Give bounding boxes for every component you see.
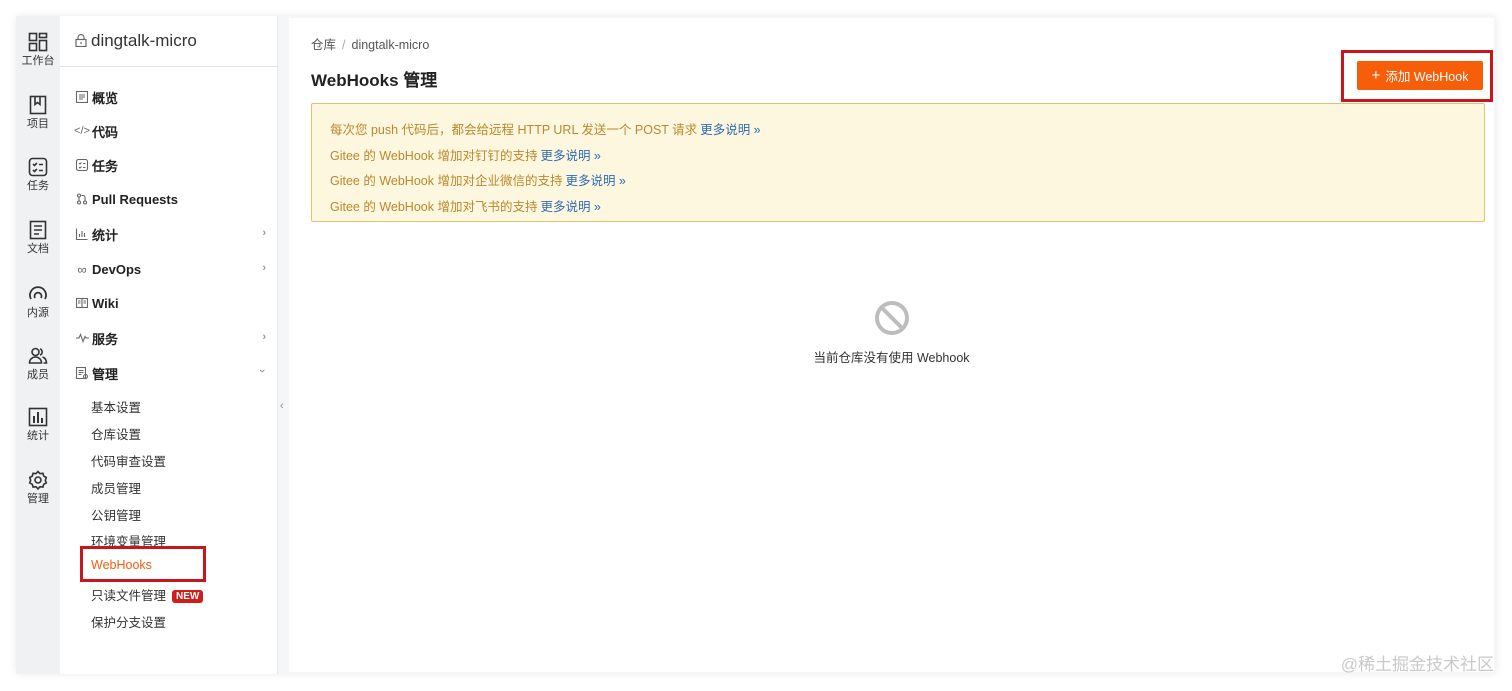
notice-text: Gitee 的 WebHook 增加对飞书的支持 [330,200,538,214]
breadcrumb-current[interactable]: dingtalk-micro [352,38,430,52]
rail-item-members[interactable]: 成员 [16,346,60,381]
pull-request-icon [74,191,90,207]
manage-sub-public-keys[interactable]: 公钥管理 [91,505,141,524]
repo-name[interactable]: dingtalk-micro [91,31,197,51]
nav-label: DevOps [92,261,142,277]
info-notice: 每次您 push 代码后，都会给远程 HTTP URL 发送一个 POST 请求… [311,103,1485,222]
notice-line: Gitee 的 WebHook 增加对企业微信的支持 更多说明 » [330,170,626,189]
code-icon: </> [74,125,90,137]
manage-sub-protected-branches[interactable]: 保护分支设置 [91,612,166,631]
rail-label: 管理 [27,493,49,505]
stats-icon [74,226,90,242]
nav-label: 任务 [92,158,119,174]
main-panel: 仓库 / dingtalk-micro WebHooks 管理 + 添加 WebHoo… [289,18,1494,672]
manage-sub-code-review-settings[interactable]: 代码审查设置 [91,451,166,470]
nav-devops[interactable]: ∞ DevOps › [74,258,266,280]
nav-label: 服务 [92,331,119,347]
breadcrumb-separator: / [342,38,346,52]
nav-label: Pull Requests [92,191,178,207]
rail-item-inner-source[interactable]: 内源 [16,282,60,319]
sidebar-collapse-handle[interactable]: ‹ [280,400,284,412]
nav-label: 管理 [92,366,119,382]
rail-item-tasks[interactable]: 任务 [16,157,60,192]
breadcrumb-root[interactable]: 仓库 [311,38,336,52]
rail-label: 成员 [27,369,49,381]
rail-label: 任务 [27,180,49,192]
repo-sidebar: dingtalk-micro 概览 </> 代码 任务 Pull Request… [60,16,278,674]
task-icon [74,157,90,173]
sub-item-label: 只读文件管理 [91,589,167,603]
pulse-icon [74,330,90,346]
breadcrumb: 仓库 / dingtalk-micro [311,34,429,53]
chevron-down-icon: › [256,369,269,373]
rail-label: 内源 [27,307,49,319]
notice-text: 每次您 push 代码后，都会给远程 HTTP URL 发送一个 POST 请求 [330,123,698,137]
notice-text: Gitee 的 WebHook 增加对钉钉的支持 [330,149,538,163]
infinity-icon: ∞ [77,261,87,277]
rail-label: 工作台 [21,55,55,67]
nav-label: 概览 [92,90,119,106]
bar-chart-icon [28,407,48,427]
notice-line: Gitee 的 WebHook 增加对钉钉的支持 更多说明 » [330,145,601,164]
manage-sub-readonly-files[interactable]: 只读文件管理 NEW [91,585,204,604]
repo-header: dingtalk-micro [60,16,278,67]
app-frame: 工作台 项目 任务 文档 内源 成员 统计 管理 dingtalk-micro … [16,16,1496,674]
nav-label: 代码 [92,124,119,140]
overview-icon [74,89,90,105]
highlight-box-webhooks [80,546,206,582]
page-title: WebHooks 管理 [311,71,438,90]
nav-wiki[interactable]: Wiki [74,292,266,314]
nav-label: 统计 [92,227,119,243]
dashboard-icon [28,32,48,52]
rail-label: 项目 [27,118,49,130]
inner-source-icon [29,286,47,300]
more-info-link[interactable]: 更多说明 » [540,200,600,214]
nav-stats[interactable]: 统计 › [74,223,266,245]
more-info-link[interactable]: 更多说明 » [700,123,760,137]
notice-line: 每次您 push 代码后，都会给远程 HTTP URL 发送一个 POST 请求… [330,119,761,138]
forbidden-icon [874,301,909,335]
nav-overview[interactable]: 概览 [74,86,266,108]
manage-sub-repo-settings[interactable]: 仓库设置 [91,424,141,443]
empty-message: 当前仓库没有使用 Webhook [813,351,970,365]
rail-item-docs[interactable]: 文档 [16,220,60,255]
watermark: @稀土掘金技术社区 [1340,655,1494,674]
manage-sub-member-management[interactable]: 成员管理 [91,478,141,497]
rail-item-projects[interactable]: 项目 [16,95,60,130]
rail-label: 文档 [27,243,49,255]
chevron-right-icon: › [262,331,266,343]
lock-icon [75,34,87,47]
wiki-icon [74,295,90,311]
nav-pull-requests[interactable]: Pull Requests [74,188,266,210]
rail-item-workbench[interactable]: 工作台 [16,32,60,67]
rail-item-manage[interactable]: 管理 [16,470,60,505]
more-info-link[interactable]: 更多说明 » [565,174,625,188]
highlight-box-add-button [1341,50,1493,102]
empty-state: 当前仓库没有使用 Webhook [289,300,1494,366]
nav-code[interactable]: </> 代码 [74,120,266,142]
manage-sub-basic-settings[interactable]: 基本设置 [91,397,141,416]
chevron-right-icon: › [262,262,266,274]
task-list-icon [28,157,48,177]
notice-line: Gitee 的 WebHook 增加对飞书的支持 更多说明 » [330,196,601,215]
nav-services[interactable]: 服务 › [74,327,266,349]
members-icon [28,347,48,364]
gear-icon [28,470,48,490]
more-info-link[interactable]: 更多说明 » [540,149,600,163]
nav-tasks[interactable]: 任务 [74,154,266,176]
notice-text: Gitee 的 WebHook 增加对企业微信的支持 [330,174,563,188]
manage-icon [74,365,90,381]
nav-manage[interactable]: 管理 › [74,362,269,384]
rail-item-stats[interactable]: 统计 [16,407,60,442]
new-badge: NEW [172,590,204,603]
rail-label: 统计 [27,430,49,442]
chevron-right-icon: › [262,227,266,239]
book-icon [29,95,47,115]
document-icon [29,220,47,240]
global-nav-rail: 工作台 项目 任务 文档 内源 成员 统计 管理 [16,16,60,674]
nav-label: Wiki [92,295,119,311]
